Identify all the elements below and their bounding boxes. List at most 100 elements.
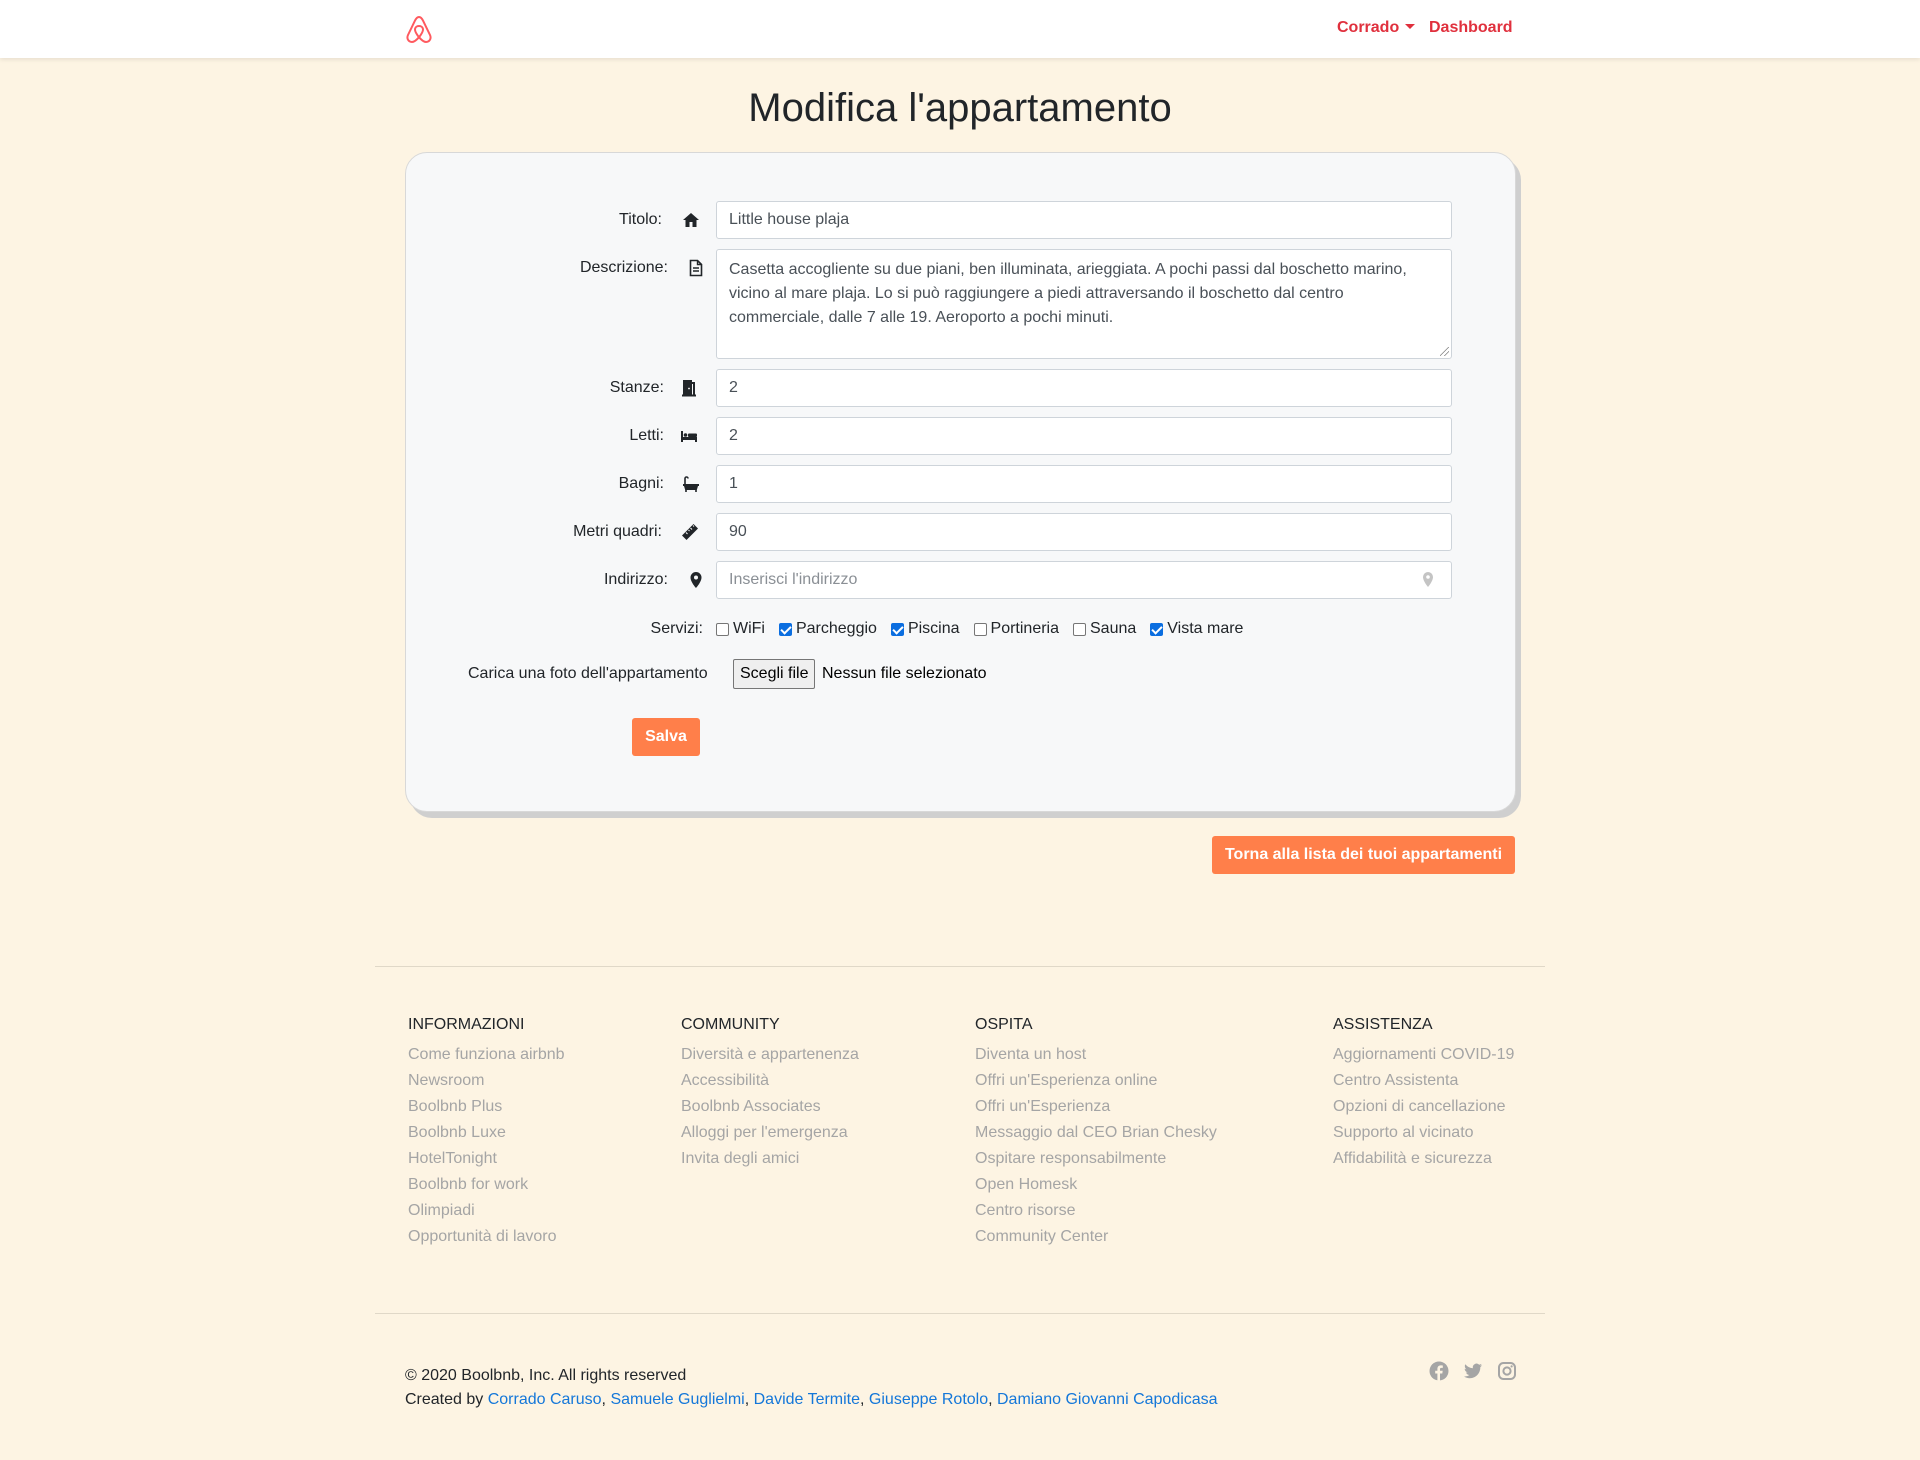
copyright-text: © 2020 Boolbnb, Inc. All rights reserved bbox=[405, 1367, 687, 1384]
credits: Created by Corrado Caruso, Samuele Gugli… bbox=[405, 1391, 1218, 1408]
created-by-label: Created by bbox=[405, 1391, 484, 1408]
bath-icon bbox=[682, 475, 700, 493]
page-title: Modifica l'appartamento bbox=[748, 86, 1172, 130]
footer-link[interactable]: Centro risorse bbox=[975, 1198, 1217, 1224]
footer-divider bbox=[375, 966, 1545, 967]
checkbox[interactable] bbox=[716, 622, 729, 636]
footer-link[interactable]: Diventa un host bbox=[975, 1042, 1217, 1068]
footer-column-title: COMMUNITY bbox=[681, 1016, 780, 1033]
service-parcheggio[interactable]: Parcheggio bbox=[778, 620, 877, 638]
twitter-icon[interactable] bbox=[1463, 1361, 1483, 1381]
address-placeholder: Inserisci l'indirizzo bbox=[729, 571, 858, 588]
choose-file-button[interactable]: Scegli file bbox=[733, 659, 816, 689]
footer-link[interactable]: Diversità e appartenenza bbox=[681, 1042, 859, 1068]
location-pin-icon[interactable] bbox=[1419, 571, 1437, 589]
description-text: Casetta accogliente su due piani, ben il… bbox=[729, 261, 1407, 326]
save-button[interactable]: Salva bbox=[632, 718, 700, 756]
service-wifi[interactable]: WiFi bbox=[716, 620, 765, 638]
footer-link[interactable]: HotelTonight bbox=[408, 1146, 565, 1172]
address-input[interactable]: Inserisci l'indirizzo bbox=[716, 561, 1452, 599]
footer-link[interactable]: Centro Assistenta bbox=[1333, 1068, 1514, 1094]
photo-label: Carica una foto dell'appartamento bbox=[468, 665, 708, 682]
beds-label: Letti: bbox=[629, 427, 664, 444]
back-to-list-button[interactable]: Torna alla lista dei tuoi appartamenti bbox=[1212, 836, 1515, 874]
rooms-input[interactable]: 2 bbox=[716, 369, 1452, 407]
dashboard-link[interactable]: Dashboard bbox=[1429, 19, 1513, 37]
checkbox[interactable] bbox=[1073, 622, 1086, 636]
document-icon bbox=[687, 259, 705, 277]
checkbox[interactable] bbox=[973, 622, 987, 636]
footer-link[interactable]: Newsroom bbox=[408, 1068, 565, 1094]
footer-link[interactable]: Boolbnb for work bbox=[408, 1172, 565, 1198]
airbnb-logo-icon[interactable] bbox=[403, 14, 435, 46]
file-status: Nessun file selezionato bbox=[822, 665, 987, 682]
footer-link[interactable]: Opportunità di lavoro bbox=[408, 1224, 565, 1250]
service-label: Portineria bbox=[990, 620, 1059, 637]
footer-link[interactable]: Alloggi per l'emergenza bbox=[681, 1120, 859, 1146]
footer-link[interactable]: Opzioni di cancellazione bbox=[1333, 1094, 1514, 1120]
user-name: Corrado bbox=[1337, 19, 1400, 36]
author-link[interactable]: Corrado Caruso bbox=[488, 1391, 602, 1408]
author-link[interactable]: Giuseppe Rotolo bbox=[869, 1391, 988, 1408]
sqm-input[interactable]: 90 bbox=[716, 513, 1452, 551]
home-icon bbox=[682, 211, 700, 229]
service-vista-mare[interactable]: Vista mare bbox=[1150, 620, 1243, 638]
service-label: Parcheggio bbox=[795, 620, 877, 637]
footer-link[interactable]: Aggiornamenti COVID-19 bbox=[1333, 1042, 1514, 1068]
footer-link[interactable]: Accessibilità bbox=[681, 1068, 859, 1094]
user-menu-toggle[interactable]: Corrado bbox=[1337, 19, 1416, 37]
description-label: Descrizione: bbox=[579, 259, 668, 276]
copyright-block: © 2020 Boolbnb, Inc. All rights reserved… bbox=[405, 1364, 1218, 1412]
footer-column-title: INFORMAZIONI bbox=[408, 1016, 525, 1033]
footer-link[interactable]: Offri un'Esperienza bbox=[975, 1094, 1217, 1120]
footer-link[interactable]: Boolbnb Associates bbox=[681, 1094, 859, 1120]
description-textarea[interactable]: Casetta accogliente su due piani, ben il… bbox=[716, 249, 1452, 359]
author-link[interactable]: Samuele Guglielmi bbox=[610, 1391, 744, 1408]
footer-column-ospita: OSPITA Diventa un host Offri un'Esperien… bbox=[975, 1016, 1217, 1250]
baths-input[interactable]: 1 bbox=[716, 465, 1452, 503]
checkbox[interactable] bbox=[778, 622, 792, 636]
rooms-label: Stanze: bbox=[609, 379, 664, 396]
footer-column-title: ASSISTENZA bbox=[1333, 1016, 1433, 1033]
facebook-icon[interactable] bbox=[1429, 1361, 1449, 1381]
footer-link[interactable]: Invita degli amici bbox=[681, 1146, 859, 1172]
caret-down-icon bbox=[1405, 24, 1416, 29]
checkbox[interactable] bbox=[1150, 622, 1164, 636]
sqm-label: Metri quadri: bbox=[573, 523, 662, 540]
services-checkboxes: WiFi Parcheggio Piscina Portineria Sauna… bbox=[716, 620, 1257, 638]
resize-handle[interactable] bbox=[1440, 347, 1449, 356]
service-sauna[interactable]: Sauna bbox=[1073, 620, 1136, 638]
footer-column-informazioni: INFORMAZIONI Come funziona airbnb Newsro… bbox=[408, 1016, 565, 1250]
door-icon bbox=[680, 379, 698, 397]
author-link[interactable]: Davide Termite bbox=[754, 1391, 860, 1408]
footer-link[interactable]: Community Center bbox=[975, 1224, 1217, 1250]
bed-icon bbox=[680, 427, 698, 445]
service-label: Sauna bbox=[1090, 620, 1137, 637]
service-piscina[interactable]: Piscina bbox=[890, 620, 960, 638]
footer-link[interactable]: Affidabilità e sicurezza bbox=[1333, 1146, 1514, 1172]
footer-link[interactable]: Supporto al vicinato bbox=[1333, 1120, 1514, 1146]
footer-link[interactable]: Offri un'Esperienza online bbox=[975, 1068, 1217, 1094]
service-portineria[interactable]: Portineria bbox=[973, 620, 1059, 638]
navbar: Corrado Dashboard bbox=[0, 0, 1920, 58]
author-link[interactable]: Damiano Giovanni Capodicasa bbox=[997, 1391, 1218, 1408]
service-label: Piscina bbox=[907, 620, 960, 637]
footer-link[interactable]: Messaggio dal CEO Brian Chesky bbox=[975, 1120, 1217, 1146]
footer-column-assistenza: ASSISTENZA Aggiornamenti COVID-19 Centro… bbox=[1333, 1016, 1514, 1172]
footer-link[interactable]: Boolbnb Luxe bbox=[408, 1120, 565, 1146]
title-input[interactable]: Little house plaja bbox=[716, 201, 1452, 239]
title-label: Titolo: bbox=[619, 211, 662, 228]
footer-link[interactable]: Olimpiadi bbox=[408, 1198, 565, 1224]
beds-input[interactable]: 2 bbox=[716, 417, 1452, 455]
service-label: WiFi bbox=[733, 620, 765, 637]
footer-link[interactable]: Open Homesk bbox=[975, 1172, 1217, 1198]
footer-divider-bottom bbox=[375, 1313, 1545, 1314]
footer-column-community: COMMUNITY Diversità e appartenenza Acces… bbox=[681, 1016, 859, 1172]
checkbox[interactable] bbox=[890, 622, 904, 636]
footer-link[interactable]: Come funziona airbnb bbox=[408, 1042, 565, 1068]
footer-column-title: OSPITA bbox=[975, 1016, 1033, 1033]
footer-link[interactable]: Ospitare responsabilmente bbox=[975, 1146, 1217, 1172]
services-label: Servizi: bbox=[650, 620, 703, 637]
footer-link[interactable]: Boolbnb Plus bbox=[408, 1094, 565, 1120]
instagram-icon[interactable] bbox=[1497, 1361, 1517, 1381]
